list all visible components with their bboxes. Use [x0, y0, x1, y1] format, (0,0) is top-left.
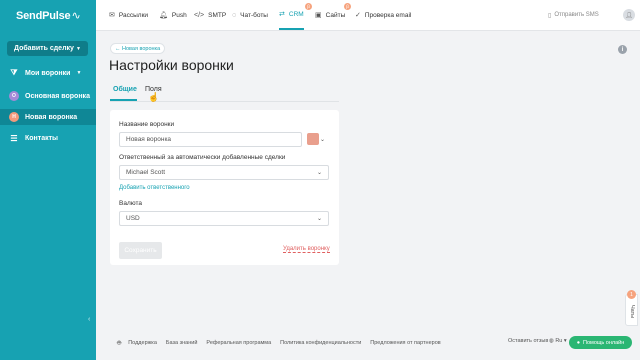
sidebar-item-label: Новая воронка — [25, 113, 78, 121]
beta-badge: β — [305, 3, 312, 10]
footer-link-knowledge-base[interactable]: База знаний — [166, 340, 198, 346]
nav-label: Чат-боты — [240, 11, 268, 19]
sidebar-item-label: Мои воронки — [25, 69, 71, 77]
feedback-label: Оставить отзыв — [508, 338, 549, 344]
chevron-down-icon: ▼ — [76, 70, 82, 76]
responsible-label: Ответственный за автоматически добавленн… — [119, 154, 286, 161]
logo[interactable]: SendPulse∿ — [16, 9, 81, 22]
language-select[interactable]: ◍ Ru ▾ — [549, 338, 567, 344]
page-title: Настройки воронки — [109, 57, 234, 73]
footer-link-partners[interactable]: Предложения от партнеров — [370, 340, 440, 346]
funnel-badge: О — [9, 91, 19, 101]
mail-icon: ✉ — [109, 12, 115, 19]
nav-chatbots[interactable]: ◌ Чат-боты — [232, 0, 268, 30]
sidebar-item-my-funnels[interactable]: ⧩ Мои воронки ▼ — [9, 68, 81, 78]
help-online-button[interactable]: ● Помощь онлайн — [569, 336, 632, 349]
tab-general[interactable]: Общие — [113, 86, 137, 93]
nav-label: SMTP — [208, 11, 227, 19]
nav-label: Сайты — [325, 11, 346, 19]
footer-link-referral[interactable]: Реферальная программа — [206, 340, 271, 346]
logo-wave-icon: ∿ — [71, 10, 81, 22]
crm-icon: ⇄ — [279, 11, 285, 18]
feedback-link[interactable]: Оставить отзыв — [508, 338, 548, 344]
currency-select[interactable]: USD ⌄ — [119, 211, 329, 226]
nav-label: CRM — [288, 10, 304, 18]
send-sms-label: Отправить SMS — [554, 12, 599, 18]
language-value: Ru — [555, 338, 563, 344]
back-link[interactable]: ← Новая воронка — [110, 43, 166, 54]
chat-icon: ◌ — [232, 11, 237, 19]
currency-value: USD — [126, 215, 140, 222]
nav-label: Push — [171, 11, 187, 19]
sidebar-item-label: Контакты — [25, 134, 59, 142]
mouse-cursor-icon: ☝ — [148, 92, 160, 102]
android-icon[interactable]: 🤖︎ — [117, 338, 121, 348]
nav-email-verify[interactable]: ✓ Проверка email — [355, 0, 411, 30]
sidebar-item-contacts[interactable]: ☰ Контакты — [9, 133, 58, 143]
logo-text: SendPulse — [16, 10, 71, 22]
nav-crm[interactable]: ⇄ CRM — [279, 0, 304, 30]
collapse-sidebar-icon[interactable]: ‹ — [88, 316, 90, 323]
chats-label: Чаты — [629, 305, 635, 319]
send-sms-link[interactable]: ▯ Отправить SMS — [548, 0, 599, 30]
color-picker-swatch[interactable] — [307, 133, 319, 145]
contacts-icon: ☰ — [10, 133, 18, 143]
nav-smtp[interactable]: </> SMTP — [194, 0, 226, 30]
nav-label: Проверка email — [364, 11, 412, 19]
info-icon[interactable]: i — [618, 45, 627, 54]
chats-count-badge: 1 — [627, 290, 636, 299]
tabs-divider — [110, 101, 339, 102]
code-icon: </> — [194, 11, 205, 19]
sidebar-item-main-funnel[interactable]: О Основная воронка — [9, 91, 90, 101]
funnel-icon: ⧩ — [10, 68, 18, 77]
bell-icon: 🔔︎ — [159, 12, 168, 19]
funnel-name-value: Новая воронка — [126, 136, 172, 143]
help-label: Помощь онлайн — [583, 339, 625, 346]
save-button[interactable]: Сохранить — [119, 242, 162, 259]
nav-push[interactable]: 🔔︎ Push — [159, 0, 187, 30]
delete-funnel-link[interactable]: Удалить воронку — [283, 246, 330, 253]
funnel-badge: Н — [9, 112, 19, 122]
check-icon: ✓ — [355, 12, 361, 19]
nav-label: Рассылки — [118, 11, 149, 19]
chevron-down-icon: ▼ — [76, 45, 81, 52]
chevron-down-icon[interactable]: ⌄ — [320, 136, 325, 143]
funnel-name-label: Название воронки — [119, 121, 175, 128]
responsible-select[interactable]: Michael Scott ⌄ — [119, 165, 329, 180]
avatar[interactable]: 👤︎ — [623, 9, 635, 21]
chat-bubble-icon: ● — [576, 339, 581, 346]
funnel-name-input[interactable]: Новая воронка — [119, 132, 302, 147]
chevron-down-icon: ⌄ — [316, 216, 322, 222]
sidebar: SendPulse∿ Добавить сделку ▼ ⧩ Мои ворон… — [0, 0, 96, 360]
add-deal-label: Добавить сделку — [14, 45, 74, 52]
responsible-value: Michael Scott — [126, 169, 166, 176]
phone-icon: ▯ — [548, 12, 552, 19]
nav-campaigns[interactable]: ✉ Рассылки — [109, 0, 148, 30]
sidebar-item-label: Основная воронка — [25, 92, 90, 100]
currency-label: Валюта — [119, 200, 142, 207]
beta-badge: β — [344, 3, 351, 10]
add-deal-button[interactable]: Добавить сделку ▼ — [7, 41, 88, 56]
footer-link-support[interactable]: Поддержка — [128, 340, 157, 346]
sidebar-item-new-funnel[interactable]: Н Новая воронка — [9, 112, 77, 122]
footer-link-privacy[interactable]: Политика конфиденциальности — [280, 340, 361, 346]
sites-icon: ▣ — [315, 12, 322, 19]
chevron-down-icon: ⌄ — [316, 170, 322, 176]
add-responsible-link[interactable]: Добавить ответственного — [119, 185, 190, 191]
nav-sites[interactable]: ▣ Сайты — [315, 0, 345, 30]
